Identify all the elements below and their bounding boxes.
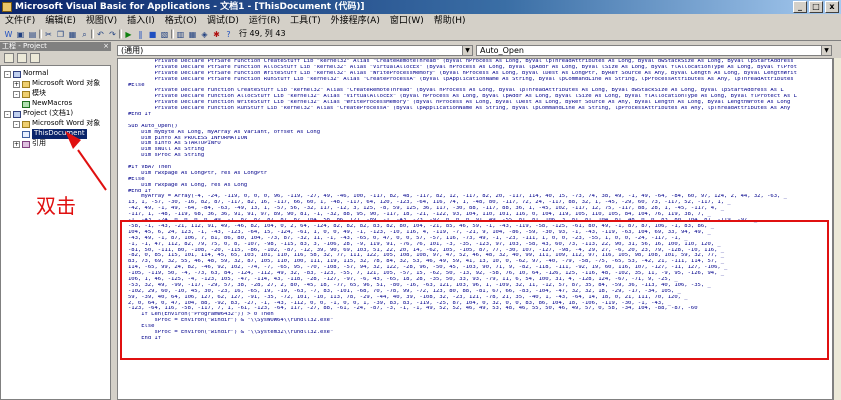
menu-help[interactable]: 帮助(H) bbox=[429, 14, 471, 28]
tree-node[interactable]: ThisDocument bbox=[22, 129, 87, 139]
toolbar-separator bbox=[39, 29, 42, 39]
vertical-scrollbar[interactable] bbox=[833, 58, 841, 400]
code-line: Private Declare Function RunStuff Lib "k… bbox=[128, 106, 791, 112]
collapse-icon[interactable]: - bbox=[4, 110, 11, 118]
toolbar-separator bbox=[91, 29, 94, 39]
menu-view[interactable]: 视图(V) bbox=[81, 14, 122, 28]
doc-icon bbox=[22, 130, 30, 138]
tree-node-label: Project (文档1) bbox=[23, 109, 74, 118]
vba-editor-window: Microsoft Visual Basic for Applications … bbox=[0, 0, 841, 400]
procedure-dropdown-value: Auto_Open bbox=[480, 46, 524, 55]
design-mode-icon[interactable]: ▧ bbox=[159, 29, 170, 39]
tree-node[interactable]: + Microsoft Word 对象 bbox=[13, 79, 100, 89]
menu-edit[interactable]: 编辑(E) bbox=[40, 14, 81, 28]
menu-bar: 文件(F) 编辑(E) 视图(V) 插入(I) 格式(O) 调试(D) 运行(R) 工具(T)… bbox=[0, 14, 841, 28]
reset-icon[interactable]: ■ bbox=[147, 29, 158, 39]
vba-app-icon bbox=[2, 2, 12, 12]
menu-addins[interactable]: 外接程序(A) bbox=[326, 14, 385, 28]
expand-icon[interactable]: + bbox=[13, 140, 20, 148]
tree-node-label: NewMacros bbox=[32, 99, 73, 108]
project-pane-toolbar bbox=[0, 51, 111, 65]
find-icon[interactable]: ⌕ bbox=[79, 29, 90, 39]
maximize-button[interactable]: □ bbox=[809, 1, 823, 13]
minimize-button[interactable]: _ bbox=[793, 1, 807, 13]
tree-node[interactable]: NewMacros bbox=[22, 99, 72, 109]
project-explorer-icon[interactable]: ▥ bbox=[175, 29, 186, 39]
window-title: Microsoft Visual Basic for Applications … bbox=[15, 2, 365, 12]
collapse-icon[interactable]: - bbox=[4, 70, 11, 78]
window-buttons: _ □ x bbox=[793, 1, 839, 13]
tree-node-label: Normal bbox=[23, 69, 49, 78]
mod-icon bbox=[22, 100, 30, 108]
folder-icon bbox=[22, 120, 30, 128]
insert-module-icon[interactable]: ▣ bbox=[15, 29, 26, 39]
chevron-down-icon[interactable]: ▼ bbox=[462, 46, 472, 55]
tree-node-label: 引用 bbox=[32, 139, 46, 148]
object-browser-icon[interactable]: ◈ bbox=[199, 29, 210, 39]
project-pane-title-text: 工程 - Project bbox=[2, 42, 47, 50]
tree-node-label: 模块 bbox=[32, 89, 46, 98]
procedure-dropdown[interactable]: Auto_Open ▼ bbox=[476, 45, 832, 56]
project-tree: - Normal + Microsoft Word 对象 - 模块 NewMacros - Pr… bbox=[0, 65, 111, 400]
expand-icon[interactable]: + bbox=[13, 80, 20, 88]
close-button[interactable]: x bbox=[825, 1, 839, 13]
properties-icon[interactable]: ▦ bbox=[187, 29, 198, 39]
tree-node[interactable]: + 引用 bbox=[13, 139, 46, 149]
menu-insert[interactable]: 插入(I) bbox=[122, 14, 160, 28]
collapse-icon[interactable]: - bbox=[13, 120, 20, 128]
word-icon[interactable]: W bbox=[3, 29, 14, 39]
proj-icon bbox=[13, 110, 21, 118]
project-pane-title: 工程 - Project × bbox=[0, 42, 111, 51]
tree-node-label: ThisDocument bbox=[32, 129, 87, 139]
ref-icon bbox=[22, 140, 30, 148]
standard-toolbar: W ▣ ▤ ✂ ❐ ▦ ⌕ ↶ ↷ ▶ ‖ ■ ▧ ▥ ▦ ◈ ✱ ? 行 49… bbox=[0, 28, 841, 41]
tree-node[interactable]: - Normal bbox=[4, 69, 48, 79]
redo-icon[interactable]: ↷ bbox=[107, 29, 118, 39]
tree-node[interactable]: - Microsoft Word 对象 bbox=[13, 119, 100, 129]
menu-file[interactable]: 文件(F) bbox=[0, 14, 40, 28]
code-line: Private Declare PtrSafe Function RunStuf… bbox=[128, 76, 794, 82]
tree-node-label: Microsoft Word 对象 bbox=[32, 79, 101, 88]
menu-format[interactable]: 格式(O) bbox=[160, 14, 202, 28]
cut-icon[interactable]: ✂ bbox=[43, 29, 54, 39]
folder-icon bbox=[22, 90, 30, 98]
pause-icon[interactable]: ‖ bbox=[135, 29, 146, 39]
toggle-folders-icon[interactable] bbox=[30, 53, 40, 63]
tree-node[interactable]: - 模块 bbox=[13, 89, 46, 99]
object-dropdown[interactable]: (通用) ▼ bbox=[117, 45, 473, 56]
menu-window[interactable]: 窗口(W) bbox=[385, 14, 429, 28]
undo-icon[interactable]: ↶ bbox=[95, 29, 106, 39]
title-bar: Microsoft Visual Basic for Applications … bbox=[0, 0, 841, 14]
menu-tools[interactable]: 工具(T) bbox=[285, 14, 326, 28]
help-icon[interactable]: ? bbox=[223, 29, 234, 39]
menu-run[interactable]: 运行(R) bbox=[244, 14, 285, 28]
view-code-icon[interactable] bbox=[4, 53, 14, 63]
menu-debug[interactable]: 调试(D) bbox=[202, 14, 244, 28]
chevron-down-icon[interactable]: ▼ bbox=[821, 46, 831, 55]
save-icon[interactable]: ▤ bbox=[27, 29, 38, 39]
close-icon[interactable]: × bbox=[103, 42, 109, 51]
paste-icon[interactable]: ▦ bbox=[67, 29, 78, 39]
toolbox-icon[interactable]: ✱ bbox=[211, 29, 222, 39]
collapse-icon[interactable]: - bbox=[13, 90, 20, 98]
highlight-box bbox=[120, 220, 829, 360]
copy-icon[interactable]: ❐ bbox=[55, 29, 66, 39]
object-dropdown-value: (通用) bbox=[121, 46, 144, 55]
toolbar-separator bbox=[171, 29, 174, 39]
tree-node-label: Microsoft Word 对象 bbox=[32, 119, 101, 128]
annotation-label: 双击 bbox=[36, 194, 76, 218]
folder-icon bbox=[22, 80, 30, 88]
view-object-icon[interactable] bbox=[17, 53, 27, 63]
run-icon[interactable]: ▶ bbox=[123, 29, 134, 39]
proj-icon bbox=[13, 70, 21, 78]
cursor-position: 行 49, 列 43 bbox=[239, 29, 286, 38]
tree-node[interactable]: - Project (文档1) bbox=[4, 109, 73, 119]
toolbar-separator bbox=[119, 29, 122, 39]
